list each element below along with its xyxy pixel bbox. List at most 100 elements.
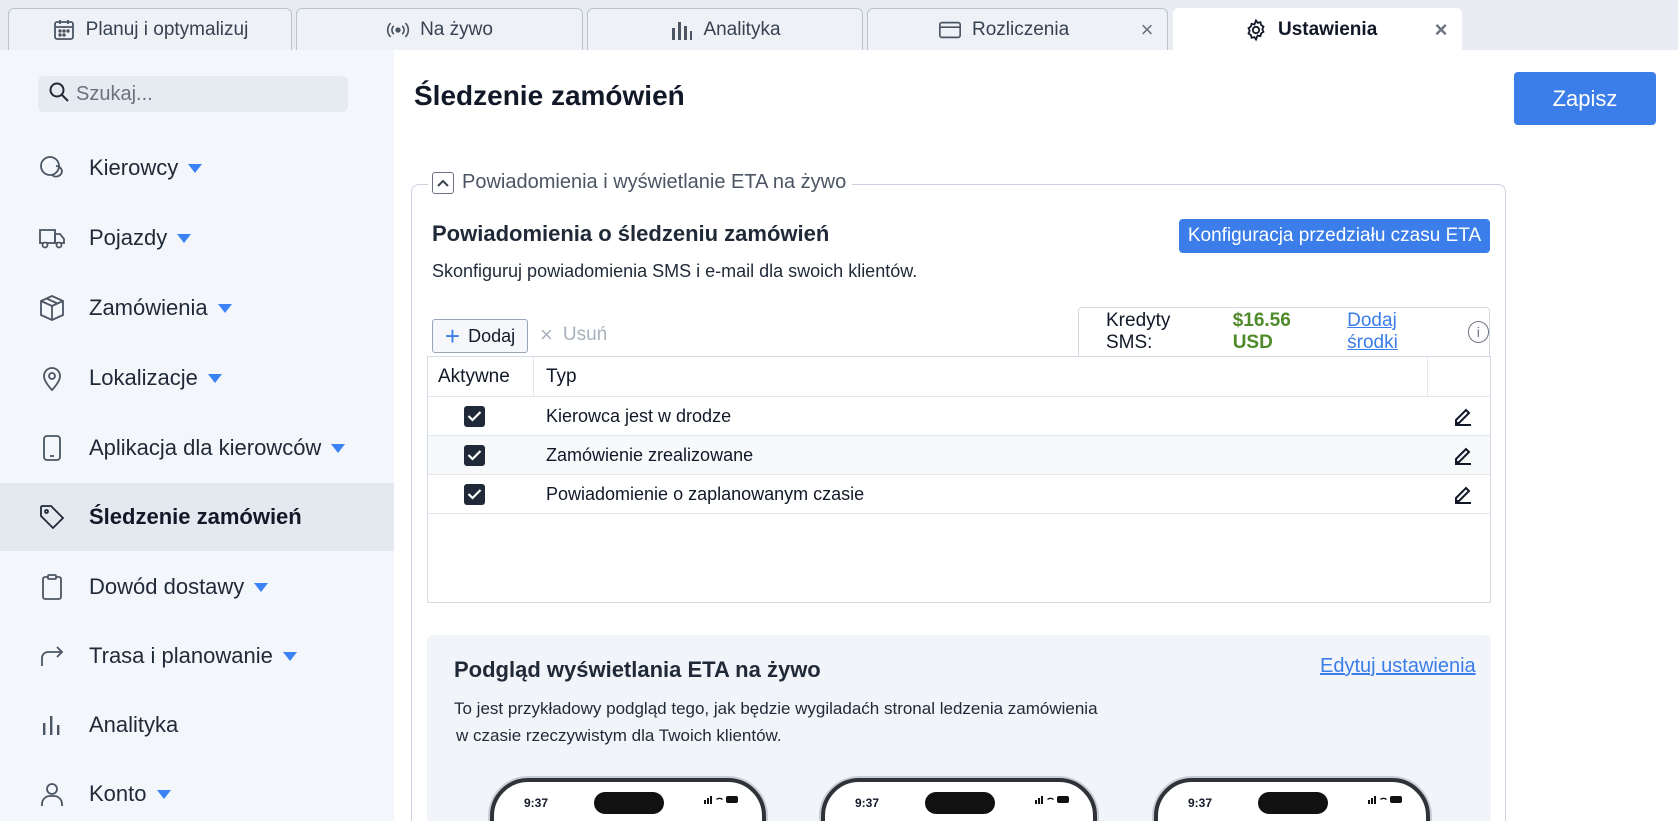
pencil-icon[interactable] [1451,404,1475,428]
table-row: Powiadomienie o zaplanowanym czasie [428,475,1490,514]
calendar-icon [52,18,76,42]
tab-label: Planuj i optymalizuj [85,18,249,40]
tab-label: Na żywo [420,18,493,40]
sidebar-item-route-planning[interactable]: Trasa i planowanie [0,622,394,690]
gear-icon [1244,18,1268,42]
section-description: Skonfiguruj powiadomienia SMS i e-mail d… [432,261,918,281]
table-header: Aktywne Typ [428,356,1490,397]
sidebar-item-label: Konto [89,781,147,806]
clipboard-icon [38,573,66,601]
active-checkbox[interactable] [464,444,485,466]
search-box[interactable] [38,76,348,112]
sidebar-item-order-tracking[interactable]: Śledzenie zamówień [0,483,394,551]
info-icon[interactable]: i [1467,321,1490,343]
sidebar-item-orders[interactable]: Zamówienia [0,274,394,342]
preview-description-line: To jest przykładowy podgląd tego, jak bę… [454,699,1098,718]
tab-plan-optimize[interactable]: Planuj i optymalizuj [8,8,292,50]
route-arrow-icon [38,642,66,670]
sidebar-item-driver-app[interactable]: Aplikacja dla kierowców [0,414,394,482]
phone-time: 9:37 [524,796,549,810]
chevron-down-icon [282,651,297,661]
preview-description-line: w czasie rzeczywistym dla Twoich klientó… [456,726,782,745]
dynamic-island [594,792,664,814]
tab-analytics[interactable]: Analityka [587,8,863,50]
close-icon[interactable]: × [1137,19,1157,41]
row-type-label: Kierowca jest w drodze [546,405,732,426]
sidebar-item-label: Trasa i planowanie [89,643,273,668]
add-label: Dodaj [468,325,516,346]
sidebar-item-drivers[interactable]: Kierowcy [0,134,394,202]
dynamic-island [1258,792,1328,814]
add-button[interactable]: + Dodaj [432,319,528,353]
pencil-icon[interactable] [1451,443,1475,467]
row-type-label: Powiadomienie o zaplanowanym czasie [546,483,865,504]
sms-credits-box: Kredyty SMS: $16.56 USD Dodaj środki i [1078,307,1490,356]
save-button[interactable]: Zapisz [1514,72,1656,125]
section-legend: Powiadomienia i wyświetlanie ETA na żywo [428,171,853,194]
user-icon [38,780,66,808]
close-icon[interactable]: × [1431,19,1451,41]
tab-label: Analityka [703,18,781,40]
plus-icon: + [444,321,461,351]
sidebar-item-label: Dowód dostawy [89,574,245,599]
phone-preview: 9:37 [821,778,1097,821]
edit-settings-link[interactable]: Edytuj ustawienia [1320,655,1476,678]
active-checkbox[interactable] [464,483,485,505]
eta-config-button[interactable]: Konfiguracja przedziału czasu ETA [1179,219,1490,253]
add-funds-link[interactable]: Dodaj środki [1347,310,1449,354]
credits-amount: $16.56 USD [1232,310,1291,353]
delete-button[interactable]: × Usuń [540,322,607,348]
sidebar-item-label: Aplikacja dla kierowców [89,435,322,460]
sidebar-item-account[interactable]: Konto [0,760,394,821]
tab-billing[interactable]: Rozliczenia × [867,8,1168,50]
tab-label: Rozliczenia [972,18,1070,40]
phone-preview: 9:37 [490,778,766,821]
preview-title: Podgląd wyświetlania ETA na żywo [454,657,821,682]
chevron-up-icon[interactable] [432,171,454,194]
close-icon: × [540,322,553,347]
truck-icon [38,224,66,252]
broadcast-icon [386,18,410,42]
tab-live[interactable]: Na żywo [296,8,583,50]
sidebar-item-label: Analityka [89,712,179,737]
status-icons [1368,794,1404,804]
bar-chart-icon [669,18,693,42]
credits-label: Kredyty SMS: [1106,310,1171,353]
chevron-down-icon [217,303,232,313]
sidebar-item-proof-of-delivery[interactable]: Dowód dostawy [0,553,394,621]
tab-settings[interactable]: Ustawienia × [1173,8,1462,50]
status-icons [1035,794,1071,804]
sidebar-item-label: Śledzenie zamówień [89,504,302,529]
table-row: Zamówienie zrealizowane [428,436,1490,475]
phone-icon [38,434,66,462]
pencil-icon[interactable] [1451,482,1475,506]
sidebar-item-analytics[interactable]: Analityka [0,691,394,759]
column-header-active: Aktywne [428,356,534,397]
preview-description: To jest przykładowy podgląd tego, jak bę… [454,695,1134,749]
section-title: Powiadomienia o śledzeniu zamówień [432,221,830,246]
bar-chart-icon [38,711,66,739]
dynamic-island [925,792,995,814]
chevron-down-icon [331,443,346,453]
search-input[interactable] [76,82,336,106]
tab-label: Ustawienia [1278,18,1378,40]
chevron-down-icon [254,582,269,592]
phone-preview: 9:37 [1154,778,1430,821]
sidebar-item-vehicles[interactable]: Pojazdy [0,204,394,272]
active-checkbox[interactable] [464,405,485,427]
column-header-type: Typ [534,356,1428,397]
sidebar-item-locations[interactable]: Lokalizacje [0,344,394,412]
phone-time: 9:37 [1188,796,1213,810]
chevron-down-icon [177,233,192,243]
chevron-down-icon [188,163,203,173]
sidebar-item-label: Kierowcy [89,155,179,180]
sidebar-item-label: Lokalizacje [89,365,198,390]
map-pin-icon [38,364,66,392]
tab-bar: Planuj i optymalizuj Na żywo Analityka R… [0,0,1678,50]
box-icon [38,294,66,322]
chevron-down-icon [207,373,222,383]
notifications-table: Aktywne Typ Kierowca jest w drodze Zamów… [427,356,1491,603]
page-title: Śledzenie zamówień [414,80,685,111]
sidebar-item-label: Zamówienia [89,295,208,320]
search-icon [48,81,70,108]
